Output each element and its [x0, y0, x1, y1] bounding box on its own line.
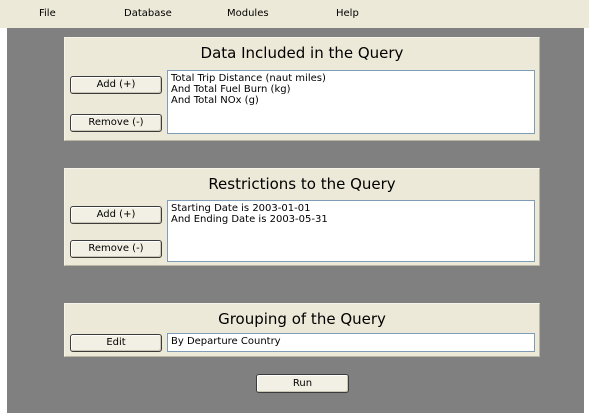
- grouping-edit-button[interactable]: Edit: [70, 334, 162, 352]
- list-item[interactable]: Total Trip Distance (naut miles): [171, 73, 531, 84]
- restrictions-list[interactable]: Starting Date is 2003-01-01 And Ending D…: [167, 200, 535, 262]
- list-item[interactable]: And Ending Date is 2003-05-31: [171, 214, 531, 225]
- restrictions-add-button[interactable]: Add (+): [70, 206, 162, 224]
- list-item[interactable]: And Total NOx (g): [171, 95, 531, 106]
- data-included-panel: Data Included in the Query Add (+) Remov…: [64, 37, 540, 141]
- menu-file[interactable]: File: [39, 8, 56, 20]
- menu-database[interactable]: Database: [124, 8, 172, 20]
- restrictions-title: Restrictions to the Query: [208, 175, 396, 193]
- restrictions-panel: Restrictions to the Query Add (+) Remove…: [64, 168, 540, 266]
- data-remove-button[interactable]: Remove (-): [70, 114, 162, 132]
- grouping-title: Grouping of the Query: [218, 310, 386, 328]
- list-item[interactable]: Starting Date is 2003-01-01: [171, 203, 531, 214]
- list-item[interactable]: And Total Fuel Burn (kg): [171, 84, 531, 95]
- menu-help[interactable]: Help: [336, 8, 359, 20]
- restrictions-remove-button[interactable]: Remove (-): [70, 240, 162, 258]
- menu-modules[interactable]: Modules: [227, 8, 269, 20]
- data-add-button[interactable]: Add (+): [70, 76, 162, 94]
- data-included-list[interactable]: Total Trip Distance (naut miles) And Tot…: [167, 70, 535, 134]
- grouping-field[interactable]: By Departure Country: [167, 333, 535, 352]
- data-included-title: Data Included in the Query: [200, 44, 404, 62]
- run-button[interactable]: Run: [256, 374, 349, 393]
- menu-bar: File Database Modules Help: [0, 0, 589, 28]
- grouping-panel: Grouping of the Query Edit By Departure …: [64, 303, 540, 357]
